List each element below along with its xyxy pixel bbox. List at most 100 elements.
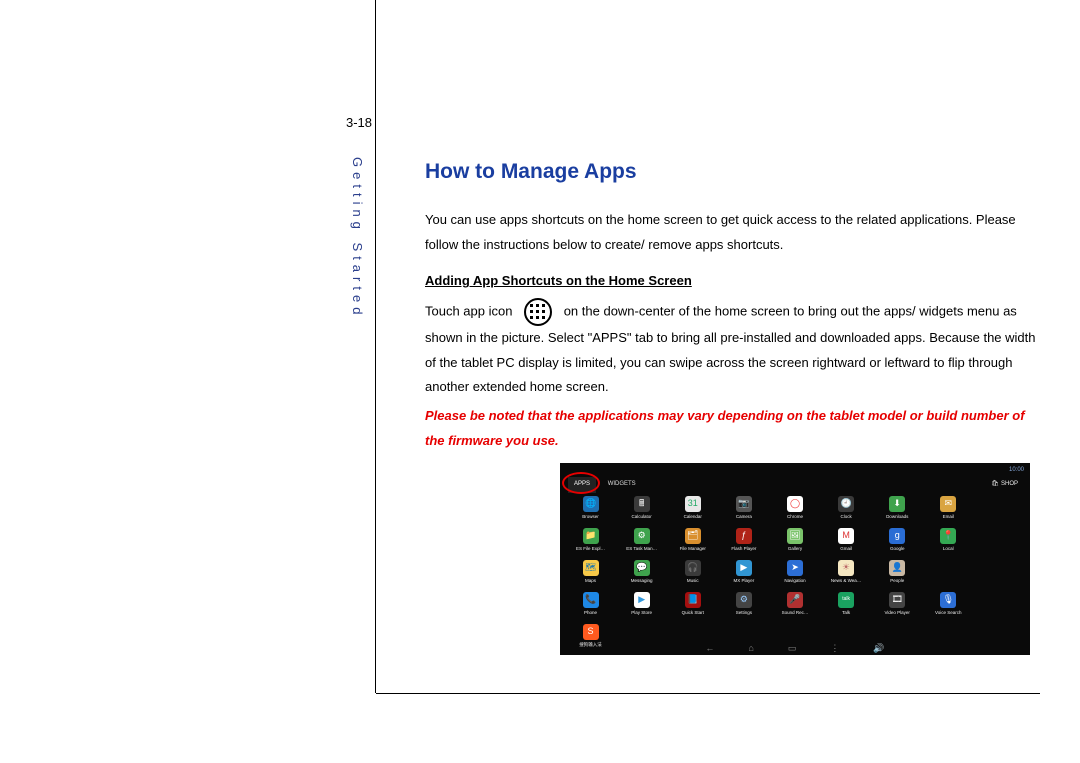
app-label: ES Task Man… bbox=[618, 545, 666, 554]
app-icon: ◯ bbox=[787, 496, 803, 512]
app-tile[interactable]: 💬Messaging bbox=[618, 560, 666, 586]
app-label: People bbox=[873, 577, 921, 586]
tablet-screenshot: 10:00 APPS WIDGETS SHOP 🌐Browser🖩Calcula… bbox=[560, 463, 1030, 655]
app-tile[interactable]: 🎤Sound Rec… bbox=[771, 592, 819, 618]
body-paragraph: Touch app icon on the down-center of the… bbox=[425, 298, 1040, 400]
app-label: Calendar bbox=[669, 513, 717, 522]
app-icon: 📍 bbox=[940, 528, 956, 544]
body-text-b: on the down-center of the home screen to… bbox=[425, 303, 1036, 394]
nav-recent-icon[interactable]: ▭ bbox=[788, 640, 797, 657]
app-icon: 📁 bbox=[583, 528, 599, 544]
app-label: News & Wea… bbox=[822, 577, 870, 586]
app-icon: 📞 bbox=[583, 592, 599, 608]
app-label: Camera bbox=[720, 513, 768, 522]
app-label: Music bbox=[669, 577, 717, 586]
page-divider-vertical bbox=[375, 0, 376, 693]
app-icon: 🖩 bbox=[634, 496, 650, 512]
app-label: Settings bbox=[720, 609, 768, 618]
app-tile[interactable]: 🕘Clock bbox=[822, 496, 870, 522]
app-icon: 📘 bbox=[685, 592, 701, 608]
app-icon: ⚙ bbox=[736, 592, 752, 608]
app-icon: ƒ bbox=[736, 528, 752, 544]
app-icon: ✉ bbox=[940, 496, 956, 512]
app-tile[interactable]: 📍Local bbox=[924, 528, 972, 554]
app-icon: S bbox=[583, 624, 599, 640]
app-tile[interactable]: ▶MX Player bbox=[720, 560, 768, 586]
app-label: Maps bbox=[567, 577, 615, 586]
app-tile[interactable]: 🖼Gallery bbox=[771, 528, 819, 554]
app-icon: ⬇ bbox=[889, 496, 905, 512]
app-label: Play Store bbox=[618, 609, 666, 618]
app-label: Gmail bbox=[822, 545, 870, 554]
nav-volume-icon[interactable]: 🔊 bbox=[873, 640, 884, 657]
body-text-a: Touch app icon bbox=[425, 303, 512, 318]
status-bar-time: 10:00 bbox=[1009, 463, 1024, 473]
app-label: ES File Expl… bbox=[567, 545, 615, 554]
app-tile[interactable]: ƒFlash Player bbox=[720, 528, 768, 554]
app-label: Gallery bbox=[771, 545, 819, 554]
intro-paragraph: You can use apps shortcuts on the home s… bbox=[425, 208, 1040, 257]
app-label: Flash Player bbox=[720, 545, 768, 554]
app-icon: 🗂 bbox=[685, 528, 701, 544]
app-tile[interactable]: 📘Quick Start bbox=[669, 592, 717, 618]
app-tile[interactable]: ▶Play Store bbox=[618, 592, 666, 618]
app-label: Browser bbox=[567, 513, 615, 522]
app-label: Talk bbox=[822, 609, 870, 618]
app-label: Messaging bbox=[618, 577, 666, 586]
app-tile[interactable]: 🌐Browser bbox=[567, 496, 615, 522]
app-icon: ⚙ bbox=[634, 528, 650, 544]
app-tile[interactable]: ☀News & Wea… bbox=[822, 560, 870, 586]
tab-widgets[interactable]: WIDGETS bbox=[602, 477, 642, 492]
app-label: Navigation bbox=[771, 577, 819, 586]
app-tile[interactable]: ⚙ES Task Man… bbox=[618, 528, 666, 554]
app-tile[interactable]: ✉Email bbox=[924, 496, 972, 522]
app-label: Sound Rec… bbox=[771, 609, 819, 618]
app-icon: M bbox=[838, 528, 854, 544]
app-tile[interactable]: 🗺Maps bbox=[567, 560, 615, 586]
app-tile[interactable]: MGmail bbox=[822, 528, 870, 554]
section-subheading: Adding App Shortcuts on the Home Screen bbox=[425, 269, 1040, 294]
app-label: Quick Start bbox=[669, 609, 717, 618]
app-tile[interactable]: 🗂File Manager bbox=[669, 528, 717, 554]
app-tile[interactable]: 👤People bbox=[873, 560, 921, 586]
app-label: Local bbox=[924, 545, 972, 554]
app-icon: 💬 bbox=[634, 560, 650, 576]
shop-button[interactable]: SHOP bbox=[987, 477, 1022, 492]
app-tile[interactable]: 📁ES File Expl… bbox=[567, 528, 615, 554]
app-label: Chrome bbox=[771, 513, 819, 522]
page-title: How to Manage Apps bbox=[425, 152, 1040, 192]
app-tile[interactable]: 31Calendar bbox=[669, 496, 717, 522]
app-icon: ☀ bbox=[838, 560, 854, 576]
app-tile[interactable]: ◯Chrome bbox=[771, 496, 819, 522]
apps-drawer-icon bbox=[524, 298, 552, 326]
app-tile[interactable]: 🎧Music bbox=[669, 560, 717, 586]
nav-menu-icon[interactable]: ⋮ bbox=[830, 640, 839, 657]
app-icon: 👤 bbox=[889, 560, 905, 576]
app-tile[interactable]: talkTalk bbox=[822, 592, 870, 618]
app-label: Phone bbox=[567, 609, 615, 618]
app-label: Voice Search bbox=[924, 609, 972, 618]
app-icon: 🎤 bbox=[787, 592, 803, 608]
app-label: Email bbox=[924, 513, 972, 522]
app-label: File Manager bbox=[669, 545, 717, 554]
app-tile[interactable]: 🎙Voice Search bbox=[924, 592, 972, 618]
app-label: Google bbox=[873, 545, 921, 554]
app-tile[interactable]: 📷Camera bbox=[720, 496, 768, 522]
app-tile[interactable]: 📞Phone bbox=[567, 592, 615, 618]
app-tile[interactable]: 🎞Video Player bbox=[873, 592, 921, 618]
warning-note: Please be noted that the applications ma… bbox=[425, 404, 1040, 453]
app-label: Clock bbox=[822, 513, 870, 522]
app-tile[interactable]: ⚙Settings bbox=[720, 592, 768, 618]
app-icon: g bbox=[889, 528, 905, 544]
app-tile[interactable]: gGoogle bbox=[873, 528, 921, 554]
page-number: 3-18 bbox=[332, 115, 372, 130]
app-label: Downloads bbox=[873, 513, 921, 522]
app-icon: ▶ bbox=[736, 560, 752, 576]
chapter-tab: Getting Started bbox=[350, 157, 365, 319]
nav-home-icon[interactable]: ⌂ bbox=[748, 640, 753, 657]
app-tile[interactable]: ➤Navigation bbox=[771, 560, 819, 586]
app-icon: 🎙 bbox=[940, 592, 956, 608]
nav-back-icon[interactable]: ← bbox=[705, 640, 714, 657]
app-tile[interactable]: 🖩Calculator bbox=[618, 496, 666, 522]
app-tile[interactable]: ⬇Downloads bbox=[873, 496, 921, 522]
